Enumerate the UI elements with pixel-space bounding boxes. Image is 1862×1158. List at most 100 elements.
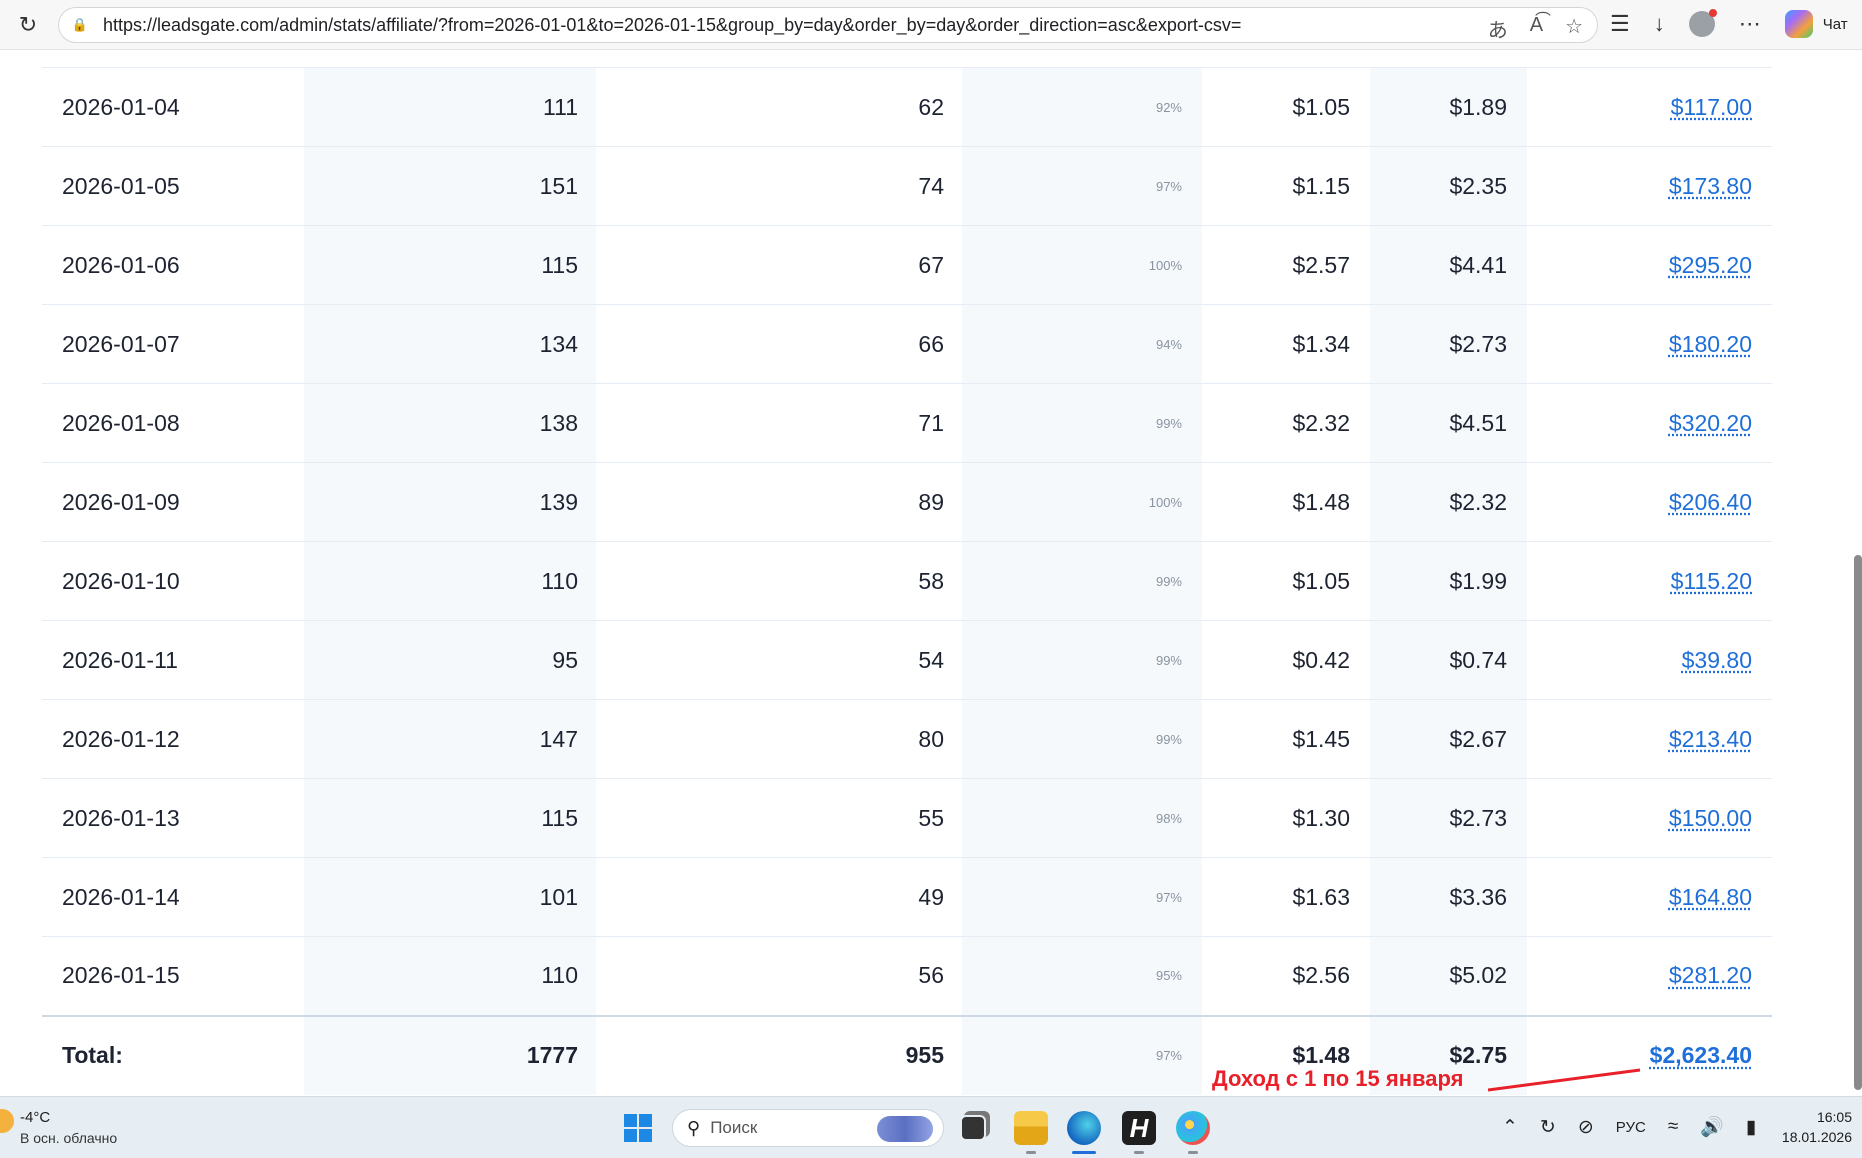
- table-row: 2026-01-06 115 67 100% $2.57 $4.41 $295.20: [42, 225, 1772, 305]
- row-leads: 80: [596, 699, 962, 779]
- revenue-cell: $39.80: [1527, 620, 1772, 700]
- row-epc: $0.42: [1202, 620, 1370, 700]
- revenue-cell: $281.20: [1527, 936, 1772, 1016]
- row-percent: 99%: [962, 620, 1202, 700]
- row-epc: $1.63: [1202, 857, 1370, 937]
- favorite-star-icon[interactable]: ☆: [1565, 14, 1583, 43]
- revenue-link[interactable]: $295.20: [1669, 252, 1752, 278]
- system-tray: ⌃ ↻ ⊘ РУС ≈ 🔊 ▮: [1502, 1115, 1756, 1139]
- url-text[interactable]: https://leadsgate.com/admin/stats/affili…: [103, 15, 1241, 36]
- row-epc: $2.56: [1202, 936, 1370, 1016]
- revenue-cell: $213.40: [1527, 699, 1772, 779]
- row-percent: 97%: [962, 857, 1202, 937]
- row-percent: 95%: [962, 936, 1202, 1016]
- revenue-cell: $173.80: [1527, 146, 1772, 226]
- language-indicator[interactable]: РУС: [1616, 1119, 1646, 1136]
- row-date: 2026-01-10: [42, 541, 304, 621]
- more-menu-icon[interactable]: ⋯: [1739, 11, 1761, 37]
- scrollbar-thumb[interactable]: [1854, 555, 1862, 1090]
- app-h-indicator: [1134, 1151, 1144, 1154]
- revenue-link[interactable]: $150.00: [1669, 805, 1752, 831]
- app-h-icon[interactable]: H: [1122, 1111, 1156, 1145]
- row-leads: 71: [596, 383, 962, 463]
- revenue-link[interactable]: $213.40: [1669, 726, 1752, 752]
- no-location-icon[interactable]: ⊘: [1578, 1116, 1594, 1139]
- row-epl: $1.89: [1370, 67, 1527, 147]
- address-bar[interactable]: 🔒 https://leadsgate.com/admin/stats/affi…: [58, 7, 1598, 43]
- row-leads: 89: [596, 462, 962, 542]
- row-percent: 92%: [962, 67, 1202, 147]
- start-windows-icon[interactable]: [624, 1114, 652, 1142]
- total-revenue-link[interactable]: $2,623.40: [1650, 1042, 1752, 1068]
- stats-table: 2026-01-04 111 62 92% $1.05 $1.89 $117.00 2026-…: [42, 67, 1772, 1095]
- row-date: 2026-01-09: [42, 462, 304, 542]
- file-explorer-indicator: [1026, 1151, 1036, 1154]
- total-percent: 97%: [962, 1014, 1202, 1095]
- revenue-link[interactable]: $281.20: [1669, 962, 1752, 988]
- row-epc: $1.05: [1202, 67, 1370, 147]
- total-clicks: 1777: [304, 1014, 596, 1095]
- row-date: 2026-01-07: [42, 304, 304, 384]
- task-view-icon[interactable]: [960, 1115, 986, 1141]
- row-clicks: 115: [304, 225, 596, 305]
- revenue-link[interactable]: $320.20: [1669, 410, 1752, 436]
- taskbar-search[interactable]: ⚲ Поиск: [672, 1109, 944, 1147]
- row-clicks: 151: [304, 146, 596, 226]
- row-clicks: 139: [304, 462, 596, 542]
- table-row: 2026-01-11 95 54 99% $0.42 $0.74 $39.80: [42, 620, 1772, 700]
- row-date: 2026-01-15: [42, 936, 304, 1016]
- translate-icon[interactable]: あ: [1488, 14, 1508, 43]
- revenue-link[interactable]: $180.20: [1669, 331, 1752, 357]
- wifi-icon[interactable]: ≈: [1668, 1116, 1678, 1138]
- search-icon: ⚲: [687, 1117, 701, 1138]
- file-explorer-icon[interactable]: [1014, 1111, 1048, 1145]
- revenue-link[interactable]: $206.40: [1669, 489, 1752, 515]
- row-epl: $2.32: [1370, 462, 1527, 542]
- row-clicks: 138: [304, 383, 596, 463]
- copilot-icon[interactable]: [1784, 10, 1813, 38]
- row-epl: $4.51: [1370, 383, 1527, 463]
- revenue-cell: $164.80: [1527, 857, 1772, 937]
- revenue-cell: $117.00: [1527, 67, 1772, 147]
- revenue-link[interactable]: $173.80: [1669, 173, 1752, 199]
- chat-button-label[interactable]: Чат: [1823, 16, 1848, 33]
- battery-icon[interactable]: ▮: [1746, 1116, 1756, 1139]
- row-percent: 99%: [962, 383, 1202, 463]
- downloads-icon[interactable]: ↓: [1654, 11, 1665, 37]
- row-epc: $1.34: [1202, 304, 1370, 384]
- sync-icon[interactable]: ↻: [1540, 1116, 1556, 1139]
- row-date: 2026-01-06: [42, 225, 304, 305]
- row-date: 2026-01-04: [42, 67, 304, 147]
- row-epc: $1.30: [1202, 778, 1370, 858]
- revenue-link[interactable]: $115.20: [1671, 568, 1752, 594]
- revenue-link[interactable]: $117.00: [1671, 94, 1752, 120]
- revenue-cell: $150.00: [1527, 778, 1772, 858]
- row-clicks: 101: [304, 857, 596, 937]
- scrollbar[interactable]: [1812, 50, 1862, 1096]
- paint-app-icon[interactable]: [1176, 1111, 1210, 1145]
- row-epl: $2.35: [1370, 146, 1527, 226]
- tray-chevron-up-icon[interactable]: ⌃: [1502, 1116, 1518, 1139]
- table-row: 2026-01-12 147 80 99% $1.45 $2.67 $213.40: [42, 699, 1772, 779]
- revenue-link[interactable]: $39.80: [1682, 647, 1752, 673]
- row-leads: 67: [596, 225, 962, 305]
- favorites-icon[interactable]: ☰: [1610, 11, 1630, 37]
- read-aloud-icon[interactable]: A͡: [1530, 14, 1543, 43]
- clock-date: 18.01.2026: [1781, 1129, 1852, 1145]
- browser-toolbar: ↻ 🔒 https://leadsgate.com/admin/stats/af…: [0, 0, 1862, 50]
- volume-icon[interactable]: 🔊: [1700, 1115, 1724, 1139]
- row-leads: 55: [596, 778, 962, 858]
- weather-widget[interactable]: -4°C В осн. облачно: [0, 1109, 117, 1146]
- clock[interactable]: 16:05 18.01.2026: [1782, 1107, 1852, 1147]
- edge-browser-icon[interactable]: [1067, 1111, 1101, 1145]
- weather-sun-icon: [0, 1109, 14, 1133]
- weather-description: В осн. облачно: [20, 1130, 118, 1146]
- revenue-cell: $320.20: [1527, 383, 1772, 463]
- row-date: 2026-01-12: [42, 699, 304, 779]
- refresh-icon[interactable]: ↻: [10, 7, 46, 43]
- profile-avatar[interactable]: [1688, 9, 1717, 37]
- revenue-link[interactable]: $164.80: [1669, 884, 1752, 910]
- row-epc: $2.57: [1202, 225, 1370, 305]
- row-epc: $1.48: [1202, 462, 1370, 542]
- site-info-icon[interactable]: 🔒: [71, 16, 89, 34]
